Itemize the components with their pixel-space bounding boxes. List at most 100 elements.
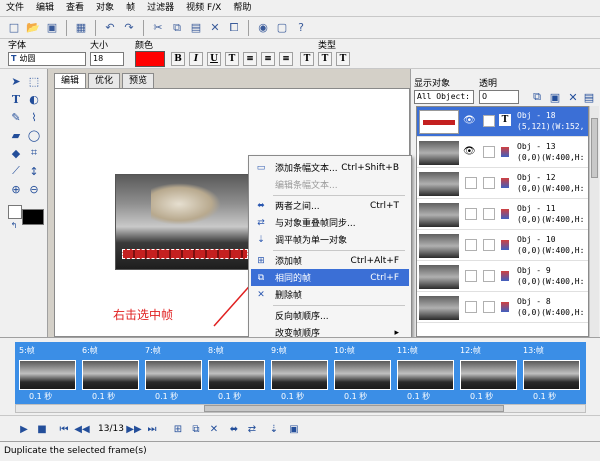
frame-thumb[interactable]: 13:帧 0.1 秒 — [521, 346, 583, 402]
visible-checkbox[interactable] — [465, 177, 477, 189]
fill-icon[interactable]: ◆ — [8, 145, 24, 161]
menu-item-add-banner-text[interactable]: ▭ 添加条幅文本... Ctrl+Shift+B — [251, 159, 409, 176]
list-item[interactable]: Obj - 9 (0,0)(W:400,H: — [417, 262, 588, 292]
resize-icon[interactable]: ↕ — [26, 163, 42, 179]
menu-frame[interactable]: 帧 — [120, 0, 141, 17]
frame-thumb[interactable]: 7:帧 0.1 秒 — [143, 346, 205, 402]
tab-edit[interactable]: 编辑 — [54, 73, 87, 88]
menu-help[interactable]: 帮助 — [227, 0, 257, 17]
eyedropper-icon[interactable]: ⟋ — [8, 163, 24, 179]
list-item[interactable]: Obj - 8 (0,0)(W:400,H: — [417, 293, 588, 323]
menu-filter[interactable]: 过滤器 — [141, 0, 180, 17]
first-frame-icon[interactable]: ⏮ — [56, 421, 72, 437]
frame-thumb[interactable]: 11:帧 0.1 秒 — [395, 346, 457, 402]
lock-checkbox[interactable] — [483, 301, 495, 313]
swap-colors-icon[interactable]: ↰ — [6, 217, 22, 233]
preview-icon[interactable]: ▢ — [274, 20, 290, 36]
banner-text-object[interactable] — [122, 249, 248, 259]
paste-icon[interactable]: ▤ — [188, 20, 204, 36]
font-select[interactable]: T 幼圆 — [8, 52, 86, 66]
display-objects-select[interactable]: All Object: — [414, 90, 474, 104]
visible-checkbox[interactable] — [465, 270, 477, 282]
italic-button[interactable]: I — [189, 52, 203, 66]
frames-icon[interactable]: ⧠ — [226, 20, 242, 36]
select-rect-icon[interactable]: ⬚ — [26, 73, 42, 89]
arrow-icon[interactable]: ➤ — [8, 73, 24, 89]
menu-item-delete-frame[interactable]: ✕ 删除帧 — [251, 286, 409, 303]
type-normal-button[interactable]: T — [300, 52, 314, 66]
crop-icon[interactable]: ◐ — [26, 91, 42, 107]
type-outline-button[interactable]: T — [318, 52, 332, 66]
align-center-button[interactable]: ≡ — [261, 52, 275, 66]
add-frame-icon[interactable]: ⊞ — [170, 421, 186, 437]
menu-item-reverse-frames[interactable]: 反向帧顺序... — [251, 307, 409, 324]
pencil-icon[interactable]: ✎ — [8, 109, 24, 125]
flatten-icon[interactable]: ⇣ — [266, 421, 282, 437]
frame-thumb[interactable]: 5:帧 0.1 秒 — [17, 346, 79, 402]
globe-icon[interactable]: ◉ — [255, 20, 271, 36]
save-icon[interactable]: ▣ — [44, 20, 60, 36]
image-icon[interactable]: ▦ — [73, 20, 89, 36]
zoom-in-icon[interactable]: ⊕ — [8, 181, 24, 197]
last-frame-icon[interactable]: ⏭ — [144, 421, 160, 437]
lock-checkbox[interactable] — [483, 115, 495, 127]
menu-item-add-frame[interactable]: ⊞ 添加帧 Ctrl+Alt+F — [251, 252, 409, 269]
eye-icon[interactable]: 👁 — [463, 146, 476, 157]
help-icon[interactable]: ? — [293, 20, 309, 36]
tab-optimize[interactable]: 优化 — [88, 73, 121, 88]
delete-icon[interactable]: ✕ — [207, 20, 223, 36]
scrollbar-thumb[interactable] — [204, 405, 504, 412]
type-shadow-button[interactable]: T — [336, 52, 350, 66]
opacity-stepper[interactable]: 0 — [479, 90, 519, 104]
cut-icon[interactable]: ✂ — [150, 20, 166, 36]
lock-checkbox[interactable] — [483, 177, 495, 189]
object-props-icon[interactable]: ▤ — [581, 89, 597, 105]
tab-preview[interactable]: 预览 — [122, 73, 155, 88]
text-tool-icon[interactable]: T — [8, 91, 24, 107]
canvas-image[interactable] — [115, 174, 257, 270]
lock-checkbox[interactable] — [483, 270, 495, 282]
menu-item-tween[interactable]: ⬌ 两者之间... Ctrl+T — [251, 197, 409, 214]
duplicate-frame-icon[interactable]: ⧉ — [188, 421, 204, 437]
color-swatch[interactable] — [135, 51, 165, 67]
lock-checkbox[interactable] — [483, 146, 495, 158]
visible-checkbox[interactable] — [465, 208, 477, 220]
undo-icon[interactable]: ↶ — [102, 20, 118, 36]
lock-checkbox[interactable] — [483, 208, 495, 220]
underline-button[interactable]: U — [207, 52, 221, 66]
timeline-scrollbar[interactable] — [15, 404, 586, 413]
new-icon[interactable]: □ — [6, 20, 22, 36]
align-left-button[interactable]: ≡ — [243, 52, 257, 66]
eye-icon[interactable]: 👁 — [463, 115, 476, 126]
bold-button[interactable]: B — [171, 52, 185, 66]
delete-frame-icon[interactable]: ✕ — [206, 421, 222, 437]
lasso-icon[interactable]: ⌇ — [26, 109, 42, 125]
align-right-button[interactable]: ≡ — [279, 52, 293, 66]
menu-file[interactable]: 文件 — [0, 0, 30, 17]
scrollbar-thumb[interactable] — [591, 118, 598, 178]
list-item[interactable]: 👁 Obj - 13 (0,0)(W:400,H: — [417, 138, 588, 168]
stop-icon[interactable]: ■ — [34, 421, 50, 437]
frame-thumb[interactable]: 10:帧 0.1 秒 — [332, 346, 394, 402]
menu-video-fx[interactable]: 视频 F/X — [180, 0, 227, 17]
fg-color-swatch[interactable] — [22, 209, 44, 225]
list-item[interactable]: Obj - 11 (0,0)(W:400,H: — [417, 200, 588, 230]
move-up-icon[interactable]: ⧉ — [529, 89, 545, 105]
redo-icon[interactable]: ↷ — [121, 20, 137, 36]
menu-edit[interactable]: 编辑 — [30, 0, 60, 17]
visible-checkbox[interactable] — [465, 301, 477, 313]
menu-view[interactable]: 查看 — [60, 0, 90, 17]
tween-icon[interactable]: ⬌ — [226, 421, 242, 437]
eraser-icon[interactable]: ▰ — [8, 127, 24, 143]
list-item[interactable]: Obj - 12 (0,0)(W:400,H: — [417, 169, 588, 199]
visible-checkbox[interactable] — [465, 239, 477, 251]
sync-icon[interactable]: ⇄ — [244, 421, 260, 437]
delete-object-icon[interactable]: ✕ — [565, 89, 581, 105]
menu-item-flatten[interactable]: ⇣ 调平帧为单一对象 — [251, 231, 409, 248]
menu-object[interactable]: 对象 — [90, 0, 120, 17]
play-icon[interactable]: ▶ — [16, 421, 32, 437]
size-select[interactable]: 18 — [90, 52, 124, 66]
zoom-out-icon[interactable]: ⊖ — [26, 181, 42, 197]
menu-item-duplicate-frame[interactable]: ⧉ 相同的帧 Ctrl+F — [251, 269, 409, 286]
frame-props-icon[interactable]: ▣ — [286, 421, 302, 437]
